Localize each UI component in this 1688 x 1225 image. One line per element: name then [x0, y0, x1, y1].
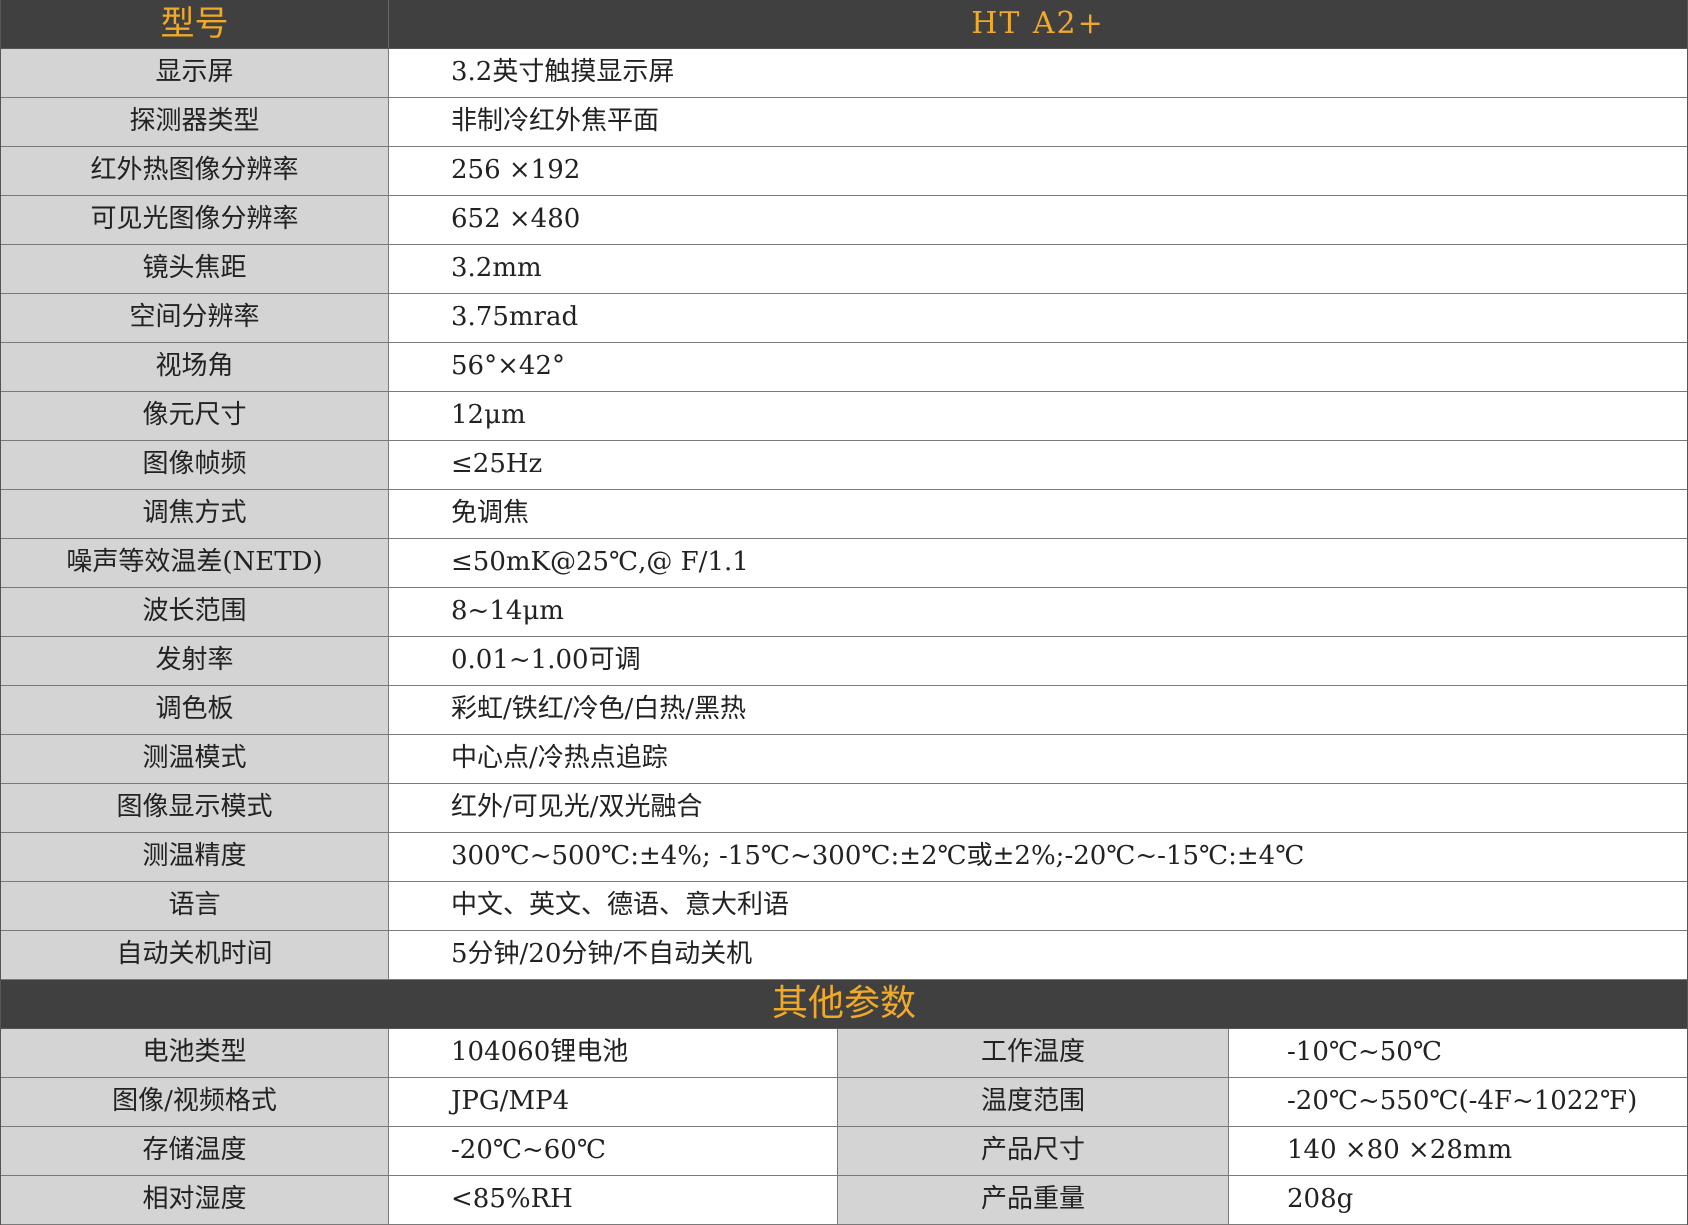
- spec-label: 可见光图像分辨率: [1, 196, 389, 244]
- spec-row: 语言 中文、英文、德语、意大利语: [1, 882, 1687, 931]
- spec-row: 红外热图像分辨率 256 ×192: [1, 147, 1687, 196]
- other-params-table: 电池类型 104060锂电池 工作温度 -10℃~50℃ 图像/视频格式 JPG…: [1, 1029, 1687, 1225]
- spec-label: 测温精度: [1, 833, 389, 881]
- spec-value: 12μm: [389, 392, 1687, 440]
- spec-table: 显示屏 3.2英寸触摸显示屏 探测器类型 非制冷红外焦平面 红外热图像分辨率 256 …: [1, 49, 1687, 980]
- other-params-title: 其他参数: [1, 980, 1687, 1029]
- spec-value: 中心点/冷热点追踪: [389, 735, 1687, 783]
- spec-row: 发射率 0.01~1.00可调: [1, 637, 1687, 686]
- spec-row: 测温模式 中心点/冷热点追踪: [1, 735, 1687, 784]
- spec-row: 视场角 56°×42°: [1, 343, 1687, 392]
- param-value: 104060锂电池: [389, 1029, 838, 1077]
- spec-row: 可见光图像分辨率 652 ×480: [1, 196, 1687, 245]
- param-value: <85%RH: [389, 1176, 838, 1224]
- spec-value: 3.75mrad: [389, 294, 1687, 342]
- spec-row: 测温精度 300℃~500℃:±4%; -15℃~300℃:±2℃或±2%;-20…: [1, 833, 1687, 882]
- spec-row: 镜头焦距 3.2mm: [1, 245, 1687, 294]
- param-label: 相对湿度: [1, 1176, 389, 1224]
- spec-label: 波长范围: [1, 588, 389, 636]
- spec-label: 红外热图像分辨率: [1, 147, 389, 195]
- spec-label: 探测器类型: [1, 98, 389, 146]
- spec-label: 视场角: [1, 343, 389, 391]
- spec-row: 噪声等效温差(NETD) ≤50mK@25℃,@ F/1.1: [1, 539, 1687, 588]
- spec-label: 调色板: [1, 686, 389, 734]
- spec-value: 中文、英文、德语、意大利语: [389, 882, 1687, 930]
- spec-sheet: 型号 HT A2+ 显示屏 3.2英寸触摸显示屏 探测器类型 非制冷红外焦平面 红外…: [0, 0, 1688, 1225]
- other-param-row: 相对湿度 <85%RH 产品重量 208g: [1, 1176, 1687, 1225]
- spec-label: 测温模式: [1, 735, 389, 783]
- spec-label: 调焦方式: [1, 490, 389, 538]
- model-label: 型号: [1, 0, 389, 48]
- param-label: 产品重量: [838, 1176, 1229, 1224]
- spec-value: 5分钟/20分钟/不自动关机: [389, 931, 1687, 979]
- param-value: -10℃~50℃: [1229, 1029, 1687, 1077]
- param-value: 208g: [1229, 1176, 1687, 1224]
- spec-row: 调色板 彩虹/铁红/冷色/白热/黑热: [1, 686, 1687, 735]
- param-label: 温度范围: [838, 1078, 1229, 1126]
- param-value: JPG/MP4: [389, 1078, 838, 1126]
- other-param-row: 存储温度 -20℃~60℃ 产品尺寸 140 ×80 ×28mm: [1, 1127, 1687, 1176]
- spec-row: 空间分辨率 3.75mrad: [1, 294, 1687, 343]
- param-value: 140 ×80 ×28mm: [1229, 1127, 1687, 1175]
- spec-value: 3.2英寸触摸显示屏: [389, 49, 1687, 97]
- spec-label: 显示屏: [1, 49, 389, 97]
- spec-value: 652 ×480: [389, 196, 1687, 244]
- param-label: 图像/视频格式: [1, 1078, 389, 1126]
- param-label: 产品尺寸: [838, 1127, 1229, 1175]
- spec-row: 自动关机时间 5分钟/20分钟/不自动关机: [1, 931, 1687, 980]
- param-value: -20℃~550℃(-4F~1022℉): [1229, 1078, 1687, 1126]
- param-value: -20℃~60℃: [389, 1127, 838, 1175]
- model-header-row: 型号 HT A2+: [1, 0, 1687, 49]
- param-label: 存储温度: [1, 1127, 389, 1175]
- other-param-row: 图像/视频格式 JPG/MP4 温度范围 -20℃~550℃(-4F~1022℉…: [1, 1078, 1687, 1127]
- spec-value: 8~14μm: [389, 588, 1687, 636]
- spec-value: ≤50mK@25℃,@ F/1.1: [389, 539, 1687, 587]
- other-param-row: 电池类型 104060锂电池 工作温度 -10℃~50℃: [1, 1029, 1687, 1078]
- spec-row: 调焦方式 免调焦: [1, 490, 1687, 539]
- spec-row: 图像显示模式 红外/可见光/双光融合: [1, 784, 1687, 833]
- spec-label: 图像帧频: [1, 441, 389, 489]
- spec-label: 自动关机时间: [1, 931, 389, 979]
- spec-value: 彩虹/铁红/冷色/白热/黑热: [389, 686, 1687, 734]
- spec-value: 0.01~1.00可调: [389, 637, 1687, 685]
- spec-row: 显示屏 3.2英寸触摸显示屏: [1, 49, 1687, 98]
- spec-value: 红外/可见光/双光融合: [389, 784, 1687, 832]
- spec-label: 噪声等效温差(NETD): [1, 539, 389, 587]
- spec-row: 图像帧频 ≤25Hz: [1, 441, 1687, 490]
- spec-value: ≤25Hz: [389, 441, 1687, 489]
- spec-label: 图像显示模式: [1, 784, 389, 832]
- param-label: 工作温度: [838, 1029, 1229, 1077]
- spec-value: 免调焦: [389, 490, 1687, 538]
- model-value: HT A2+: [971, 6, 1105, 41]
- spec-value: 非制冷红外焦平面: [389, 98, 1687, 146]
- spec-value: 56°×42°: [389, 343, 1687, 391]
- spec-value: 256 ×192: [389, 147, 1687, 195]
- spec-label: 像元尺寸: [1, 392, 389, 440]
- spec-label: 语言: [1, 882, 389, 930]
- spec-value: 300℃~500℃:±4%; -15℃~300℃:±2℃或±2%;-20℃~-1…: [389, 833, 1687, 881]
- spec-label: 发射率: [1, 637, 389, 685]
- spec-row: 探测器类型 非制冷红外焦平面: [1, 98, 1687, 147]
- spec-row: 像元尺寸 12μm: [1, 392, 1687, 441]
- spec-label: 空间分辨率: [1, 294, 389, 342]
- spec-value: 3.2mm: [389, 245, 1687, 293]
- spec-label: 镜头焦距: [1, 245, 389, 293]
- param-label: 电池类型: [1, 1029, 389, 1077]
- spec-row: 波长范围 8~14μm: [1, 588, 1687, 637]
